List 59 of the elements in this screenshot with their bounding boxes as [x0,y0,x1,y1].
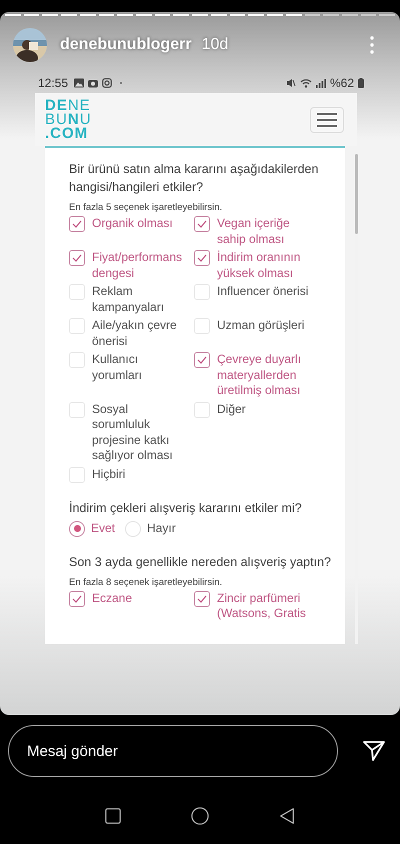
question-text: İndirim çekleri alışveriş kararını etkiler mi? [69,500,303,516]
camera-icon [88,78,98,88]
back-icon[interactable] [278,807,296,825]
option-label[interactable]: Diğer [217,402,246,417]
gallery-icon [74,78,84,88]
mute-icon [286,78,296,88]
option-label[interactable]: Reklam kampanyaları [92,284,186,315]
option-label[interactable]: Evet [91,520,116,536]
logo-text[interactable]: .COM [45,126,92,140]
checkbox[interactable] [194,352,210,368]
check-icon [72,220,82,228]
message-field[interactable]: Mesaj gönder [8,725,338,777]
battery-level: %62 [330,76,354,90]
option-label[interactable]: Vegan içeriğe sahip olması [217,216,317,247]
recents-icon[interactable] [104,807,122,825]
check-icon [197,356,207,364]
option-label[interactable]: Influencer önerisi [217,284,308,300]
checkbox[interactable] [69,216,85,232]
question-text: Bir ürünü satın alma kararını aşağıdakilerden hangisi/hangileri etkiler? [69,161,320,196]
option-label[interactable]: Sosyal sorumluluk projesine katkı sağlıyor olması [92,402,186,464]
menu-icon [317,112,337,126]
radio-button[interactable] [69,520,85,536]
check-icon [197,594,207,602]
logo-text[interactable]: DENE [45,98,92,112]
menu-button[interactable] [310,106,344,132]
signal-icon [316,78,326,88]
hint-text: En fazla 8 seçenek işaretleyebilirsin. [69,576,224,588]
wifi-icon [300,78,312,88]
checkbox[interactable] [69,590,85,606]
checkbox[interactable] [194,216,210,232]
check-icon [197,220,207,228]
option-label[interactable]: Hayır [147,520,176,536]
checkbox[interactable] [69,250,85,266]
question-text: Son 3 ayda genellikle nereden alışveriş yaptın? [69,554,332,570]
status-time: 12:55 [38,76,68,90]
option-label[interactable]: Uzman görüşleri [217,318,304,334]
home-icon[interactable] [190,807,209,825]
option-label[interactable]: Çevreye duyarlı materyallerden üretilmiş olması [217,352,317,398]
option-label[interactable]: İndirim oranının yüksek olması [217,250,317,281]
check-icon [197,254,207,262]
option-label[interactable]: Kullanıcı yorumları [92,352,186,383]
option-label[interactable]: Hiçbiri [92,466,126,482]
more-icon[interactable] [370,36,374,54]
option-label[interactable]: Organik olması [92,216,173,232]
check-icon [72,254,82,262]
send-icon[interactable] [362,739,386,763]
hint-text: En fazla 5 seçenek işaretleyebilirsin. [69,202,224,213]
username[interactable]: denebunublogerr [60,36,192,54]
battery-icon [358,78,364,88]
option-label[interactable]: Aile/yakın çevre önerisi [92,318,186,349]
checkbox[interactable] [194,590,210,606]
option-label[interactable]: Eczane [92,590,132,606]
instagram-icon [102,78,112,88]
option-label[interactable]: Zincir parfümeri (Watsons, Gratis [217,590,317,622]
check-icon [72,594,82,602]
post-time: 10d [202,36,228,54]
option-label[interactable]: Fiyat/performans dengesi [92,250,186,281]
checkbox[interactable] [194,250,210,266]
logo-text[interactable]: BUNU [45,112,92,126]
